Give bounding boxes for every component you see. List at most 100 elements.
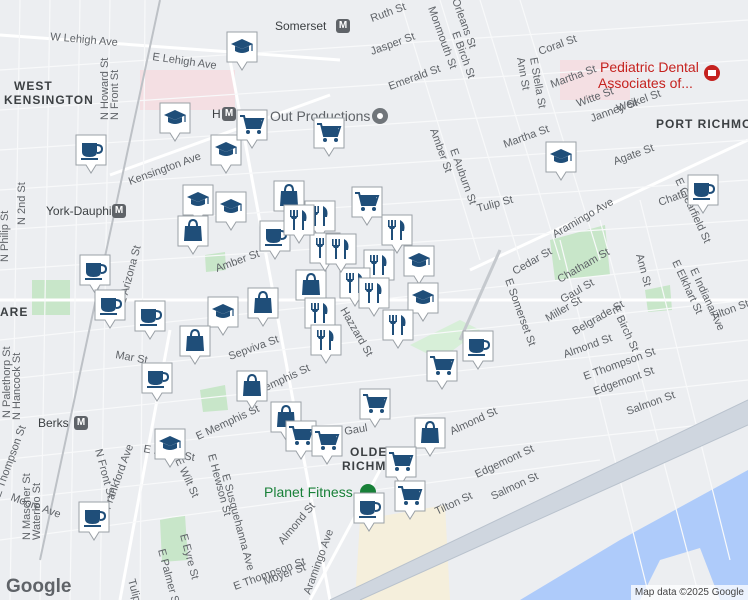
street-label: W Lehigh Ave: [50, 31, 118, 49]
fork-knife-icon: [382, 309, 414, 349]
shopping-cart-icon: [394, 480, 426, 520]
street-label: Almond St: [448, 405, 499, 437]
station-label-york-dauphin: York-Dauphi: [46, 204, 112, 218]
street-label: E Birch St: [609, 304, 641, 353]
shopping-cart-icon: [236, 109, 268, 149]
transit-station-icon[interactable]: M: [74, 416, 88, 430]
neighborhood-label: KENSINGTON: [4, 93, 94, 107]
coffee-cup-icon: [134, 300, 166, 340]
street-label: Aramingo Ave: [302, 528, 337, 596]
station-label-somerset: Somerset: [275, 19, 327, 33]
shopping-bag-icon: [247, 287, 279, 327]
street-label: E Auburn St: [447, 147, 478, 206]
map-marker-school[interactable]: [214, 190, 248, 232]
street-label: E Lehigh Ave: [152, 51, 218, 72]
shopping-bag-icon: [414, 417, 446, 457]
map-marker-school[interactable]: [544, 140, 578, 182]
map-canvas[interactable]: 95 W Lehigh Ave E Lehigh Ave Kensington …: [0, 0, 748, 600]
street-label: E Palmer St: [155, 548, 182, 600]
street-label: Tilton St: [433, 490, 474, 518]
map-marker-cafe[interactable]: [93, 288, 127, 330]
graduation-cap-icon: [226, 31, 258, 71]
street-label: Ruth St: [369, 1, 408, 25]
svg-text:Planet Fitness: Planet Fitness: [264, 484, 353, 500]
map-marker-cafe[interactable]: [461, 329, 495, 371]
map-marker-cafe[interactable]: [77, 500, 111, 542]
shopping-bag-icon: [177, 215, 209, 255]
map-marker-grocery[interactable]: [393, 479, 427, 521]
map-marker-grocery[interactable]: [235, 108, 269, 150]
map-marker-grocery[interactable]: [358, 387, 392, 429]
street-label: Amber St: [214, 248, 261, 275]
map-marker-grocery[interactable]: [425, 349, 459, 391]
shopping-cart-icon: [351, 186, 383, 226]
map-marker-cafe[interactable]: [133, 299, 167, 341]
neighborhood-label: WEST: [14, 79, 53, 93]
transit-station-icon[interactable]: M: [112, 204, 126, 218]
neighborhood-label: OLDE: [350, 445, 387, 459]
map-marker-restaurant[interactable]: [309, 323, 343, 365]
street-label: Almond St: [276, 500, 318, 547]
street-label: Weikel St: [615, 88, 663, 115]
shopping-cart-icon: [313, 117, 345, 157]
shopping-cart-icon: [426, 350, 458, 390]
map-marker-grocery[interactable]: [312, 116, 346, 158]
street-label: N Palethorp St: [1, 346, 13, 418]
graduation-cap-icon: [159, 102, 191, 142]
map-marker-shopping[interactable]: [176, 214, 210, 256]
street-label: Aramingo Ave: [551, 196, 616, 241]
coffee-cup-icon: [462, 330, 494, 370]
svg-text:Associates of...: Associates of...: [598, 75, 693, 91]
coffee-cup-icon: [353, 492, 385, 532]
map-marker-cafe[interactable]: [140, 361, 174, 403]
map-marker-school[interactable]: [153, 427, 187, 469]
map-marker-cafe[interactable]: [352, 491, 386, 533]
transit-station-icon[interactable]: M: [222, 107, 236, 121]
google-logo: Google: [6, 576, 72, 597]
graduation-cap-icon: [215, 191, 247, 231]
street-label: Almond St: [562, 332, 614, 361]
poi-pediatric-dental[interactable]: Pediatric Dental Associates of...: [598, 59, 720, 91]
map-marker-school[interactable]: [158, 101, 192, 143]
station-label-huntingdon: H: [212, 107, 221, 121]
map-marker-shopping[interactable]: [413, 416, 447, 458]
map-marker-restaurant[interactable]: [381, 308, 415, 350]
street-label: Coral St: [537, 33, 578, 58]
shopping-bag-icon: [236, 370, 268, 410]
neighborhood-label: ARE: [0, 305, 28, 319]
graduation-cap-icon: [545, 141, 577, 181]
street-label: Jasper St: [369, 31, 417, 58]
transit-station-icon[interactable]: M: [336, 19, 350, 33]
fork-knife-icon: [283, 204, 315, 244]
street-label: Sepviva St: [227, 334, 281, 363]
shopping-cart-icon: [311, 425, 343, 465]
street-label: N 2nd St: [16, 182, 28, 225]
street-label: N Philip St: [0, 211, 11, 262]
map-marker-restaurant[interactable]: [324, 232, 358, 274]
shopping-bag-icon: [179, 325, 211, 365]
map-marker-grocery[interactable]: [310, 424, 344, 466]
map-marker-school[interactable]: [225, 30, 259, 72]
map-attribution: Map data ©2025 Google: [630, 585, 748, 600]
map-marker-shopping[interactable]: [235, 369, 269, 411]
neighborhood-label: PORT RICHMOND: [656, 117, 748, 131]
street-label: Salmon St: [489, 470, 540, 502]
fork-knife-icon: [325, 233, 357, 273]
street-label: Salmon St: [625, 389, 677, 418]
street-label: Ann St: [633, 253, 653, 288]
station-label-berks: Berks: [38, 416, 69, 430]
street-label: Tulip St: [125, 578, 146, 600]
street-label: N Howard St: [99, 58, 111, 120]
street-label: E Eyre St: [177, 533, 201, 581]
map-marker-shopping[interactable]: [246, 286, 280, 328]
coffee-cup-icon: [94, 289, 126, 329]
coffee-cup-icon: [78, 501, 110, 541]
street-label: Emerald St: [387, 63, 442, 93]
street-label: Agate St: [612, 142, 656, 168]
map-marker-cafe[interactable]: [686, 173, 720, 215]
map-marker-grocery[interactable]: [350, 185, 384, 227]
map-marker-cafe[interactable]: [74, 133, 108, 175]
street-label: Cedar St: [511, 245, 555, 277]
map-marker-shopping[interactable]: [178, 324, 212, 366]
map-marker-restaurant[interactable]: [282, 203, 316, 245]
